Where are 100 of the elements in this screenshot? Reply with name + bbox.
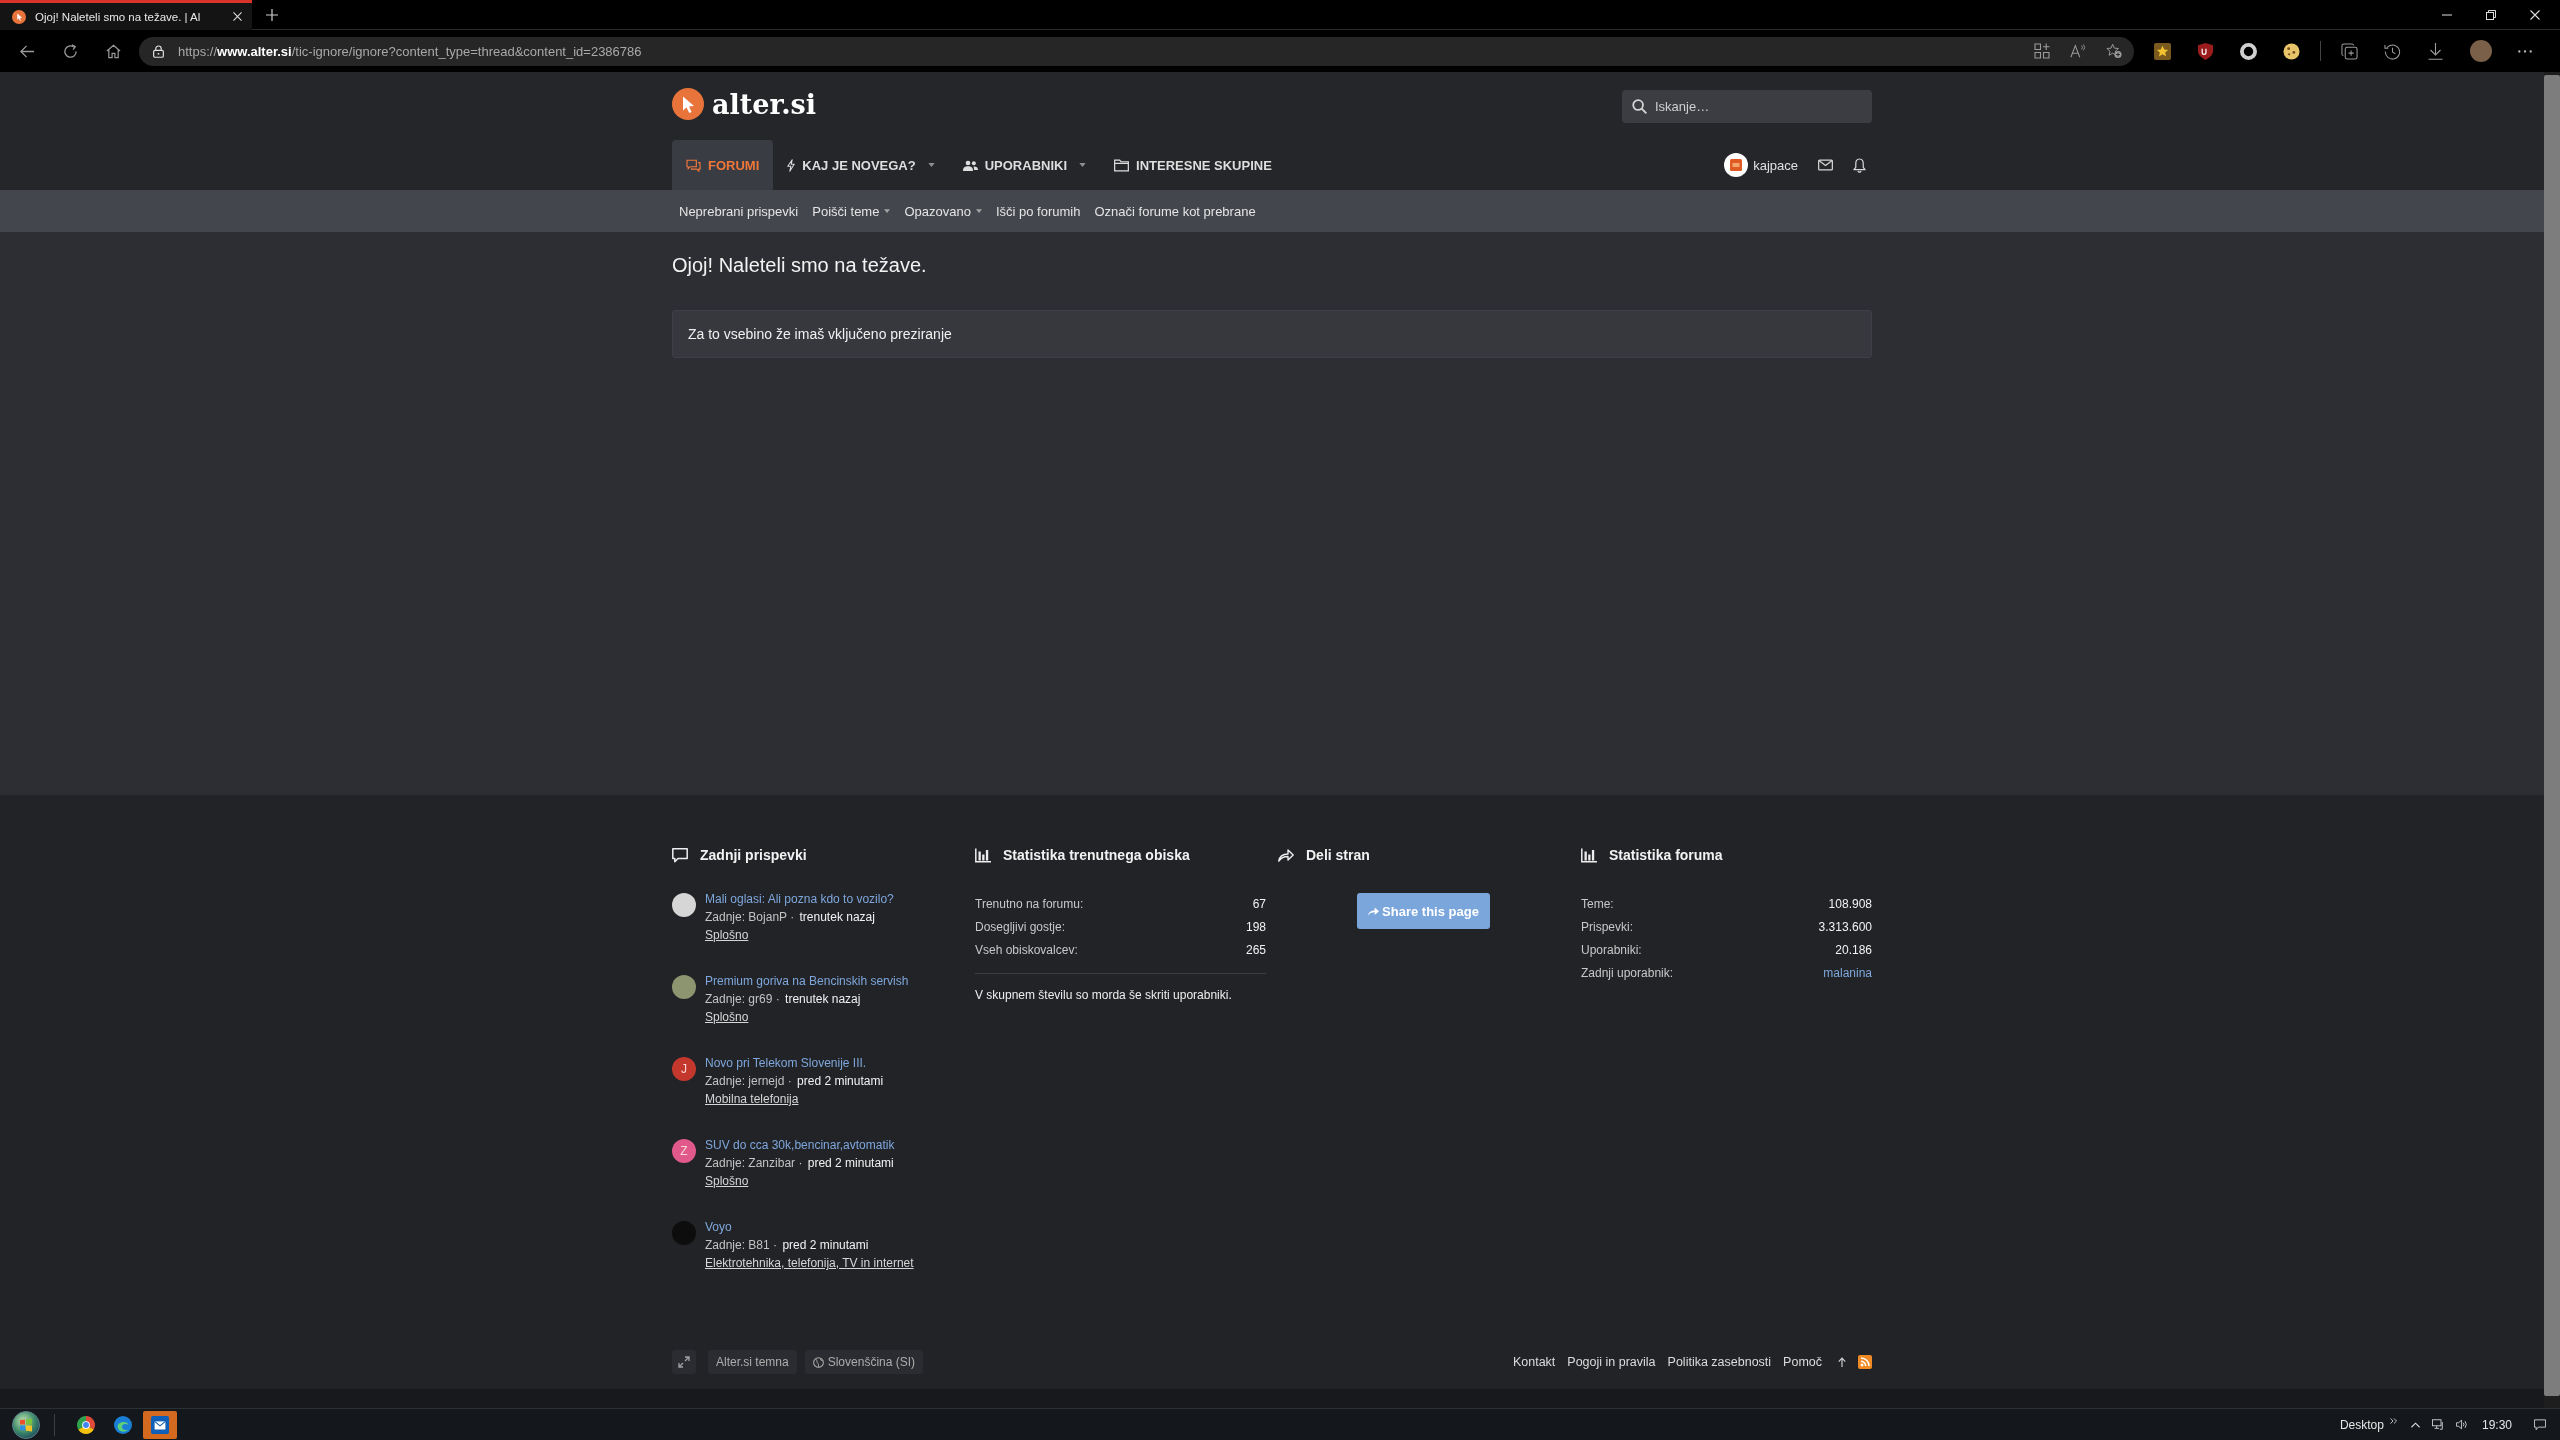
close-icon[interactable] bbox=[2530, 9, 2540, 20]
start-orb-icon[interactable] bbox=[12, 1410, 40, 1439]
subnav-link[interactable]: Opazovano bbox=[897, 203, 989, 219]
thread-link[interactable]: Premium goriva na Bencinskih servish bbox=[705, 972, 909, 990]
read-aloud-icon[interactable] bbox=[2070, 43, 2086, 59]
subnav-link[interactable]: Poišči teme bbox=[805, 203, 898, 219]
nav-tab[interactable]: UPORABNIKI bbox=[948, 140, 1101, 190]
stats-note: V skupnem številu so morda še skriti uporabniki. bbox=[975, 987, 1233, 1003]
bar-chart-icon bbox=[975, 847, 991, 863]
collections-icon[interactable] bbox=[2341, 42, 2358, 60]
forum-link[interactable]: Splošno bbox=[705, 1008, 749, 1026]
subnav-link[interactable]: Neprebrani prispevki bbox=[672, 203, 806, 219]
user-avatar-icon[interactable] bbox=[1724, 153, 1749, 177]
bell-icon[interactable] bbox=[1853, 157, 1866, 173]
mail-icon[interactable] bbox=[1818, 159, 1833, 171]
stat-label: Uporabniki: bbox=[1581, 942, 1642, 957]
download-icon[interactable] bbox=[2427, 42, 2444, 60]
post-time: trenutek nazaj bbox=[785, 992, 861, 1006]
stat-value: 108.908 bbox=[1828, 896, 1872, 911]
stat-value: 20.186 bbox=[1835, 942, 1872, 957]
avatar-placeholder[interactable] bbox=[672, 975, 696, 999]
stat-label: Trenutno na forumu: bbox=[975, 896, 1084, 911]
error-message: Za to vsebino že imaš vključeno preziranje bbox=[672, 310, 1872, 358]
rss-icon[interactable] bbox=[1858, 1355, 1872, 1369]
footer-link[interactable]: Kontakt bbox=[1512, 1355, 1556, 1369]
thread-link[interactable]: SUV do cca 30k,bencinar,avtomatik bbox=[705, 1136, 895, 1154]
app-grid-icon[interactable] bbox=[2034, 43, 2050, 59]
share-arrow-icon bbox=[1278, 848, 1294, 862]
home-icon[interactable] bbox=[106, 43, 121, 59]
users-icon bbox=[962, 158, 978, 172]
network-icon[interactable] bbox=[2431, 1419, 2444, 1430]
shield-icon[interactable] bbox=[2197, 42, 2214, 60]
post-time: pred 2 minutami bbox=[797, 1074, 884, 1088]
stat-label: Prispevki: bbox=[1581, 919, 1633, 934]
comment-icon bbox=[672, 847, 688, 863]
cookie-icon[interactable] bbox=[2283, 42, 2300, 60]
forum-link[interactable]: Elektrotehnika, telefonija, TV in internet bbox=[705, 1254, 914, 1272]
refresh-icon[interactable] bbox=[63, 43, 78, 59]
language-chooser-button[interactable]: Slovenščina (SI) bbox=[804, 1350, 924, 1374]
back-icon[interactable] bbox=[20, 43, 35, 59]
post-byline: Zadnje: B81 · bbox=[705, 1238, 778, 1252]
history-icon[interactable] bbox=[2384, 42, 2401, 60]
stat-value-link[interactable]: malanina bbox=[1823, 965, 1872, 980]
restore-icon[interactable] bbox=[2486, 9, 2496, 20]
profile-avatar[interactable] bbox=[2470, 40, 2492, 62]
nav-tab[interactable]: KAJ JE NOVEGA? bbox=[773, 140, 949, 190]
taskbar-app-button[interactable] bbox=[143, 1410, 177, 1439]
logo-text[interactable]: alter.si bbox=[712, 88, 816, 120]
logo-icon[interactable] bbox=[672, 88, 704, 120]
section-heading: Zadnji prispevki bbox=[700, 847, 807, 863]
thread-link[interactable]: Voyo bbox=[705, 1218, 732, 1236]
nav-tab[interactable]: INTERESNE SKUPINE bbox=[1100, 140, 1286, 190]
ring-icon[interactable] bbox=[2240, 42, 2257, 60]
footer-link[interactable]: Politika zasebnosti bbox=[1667, 1355, 1772, 1369]
site-favicon-icon bbox=[12, 9, 26, 24]
new-tab-icon[interactable] bbox=[266, 8, 278, 21]
clock-text[interactable]: 19:30 bbox=[2481, 1417, 2512, 1432]
favorite-add-icon[interactable] bbox=[2106, 43, 2122, 59]
footer-link[interactable]: Pogoji in pravila bbox=[1567, 1355, 1656, 1369]
stat-label: Teme: bbox=[1581, 896, 1614, 911]
letter-avatar[interactable]: J bbox=[672, 1057, 696, 1081]
subnav-link[interactable]: Označi forume kot prebrane bbox=[1087, 203, 1263, 219]
thread-link[interactable]: Mali oglasi: Ali pozna kdo to vozilo? bbox=[705, 890, 894, 908]
subnav-link[interactable]: Išči po forumih bbox=[988, 203, 1088, 219]
speaker-icon[interactable] bbox=[2455, 1419, 2468, 1430]
forum-link[interactable]: Splošno bbox=[705, 1172, 749, 1190]
post-byline: Zadnje: Zanzibar · bbox=[705, 1156, 803, 1170]
lightning-icon bbox=[787, 158, 796, 172]
browser-tab[interactable]: Ojoj! Naleteli smo na težave. | Al bbox=[0, 0, 252, 30]
avatar-placeholder[interactable] bbox=[672, 893, 696, 917]
arrow-up-icon[interactable] bbox=[1838, 1357, 1846, 1367]
star-badge-icon[interactable] bbox=[2154, 42, 2171, 60]
style-chooser-button[interactable]: Alter.si temna bbox=[708, 1350, 797, 1374]
bar-chart-icon bbox=[1581, 847, 1597, 863]
post-byline: Zadnje: BojanP · bbox=[705, 910, 795, 924]
stat-label: Zadnji uporabnik: bbox=[1581, 965, 1674, 980]
forum-link[interactable]: Splošno bbox=[705, 926, 749, 944]
show-hidden-icons-icon[interactable] bbox=[2410, 1421, 2420, 1428]
forum-link[interactable]: Mobilna telefonija bbox=[705, 1090, 799, 1108]
double-chevron-icon[interactable] bbox=[2389, 1417, 2397, 1424]
envelope-tile-icon bbox=[151, 1415, 169, 1434]
post-byline: Zadnje: jernejd · bbox=[705, 1074, 792, 1088]
footer-link[interactable]: Pomoč bbox=[1783, 1355, 1822, 1369]
notification-icon[interactable] bbox=[2534, 1418, 2546, 1431]
stat-value: 265 bbox=[1245, 942, 1266, 957]
username-link[interactable]: kajpace bbox=[1753, 157, 1798, 173]
expand-icon[interactable] bbox=[672, 1350, 696, 1374]
thread-link[interactable]: Novo pri Telekom Slovenije III. bbox=[705, 1054, 867, 1072]
address-bar[interactable]: https://www.alter.si/tic-ignore/ignore?content_type=thread&content_id=2386786 bbox=[139, 36, 2134, 66]
lock-icon[interactable] bbox=[153, 44, 164, 58]
share-arrow-icon bbox=[1368, 906, 1380, 916]
post-time: pred 2 minutami bbox=[807, 1156, 894, 1170]
stat-label: Dosegljivi gostje: bbox=[975, 919, 1066, 934]
stat-label: Vseh obiskovalcev: bbox=[975, 942, 1078, 957]
search-field[interactable]: Iskanje… bbox=[1622, 89, 1872, 123]
close-icon[interactable] bbox=[233, 12, 242, 21]
desktop-toolbar-label[interactable]: Desktop bbox=[2339, 1417, 2384, 1432]
post-time: pred 2 minutami bbox=[782, 1238, 869, 1252]
more-icon[interactable] bbox=[2518, 49, 2532, 53]
nav-tab[interactable]: FORUMI bbox=[672, 140, 774, 190]
